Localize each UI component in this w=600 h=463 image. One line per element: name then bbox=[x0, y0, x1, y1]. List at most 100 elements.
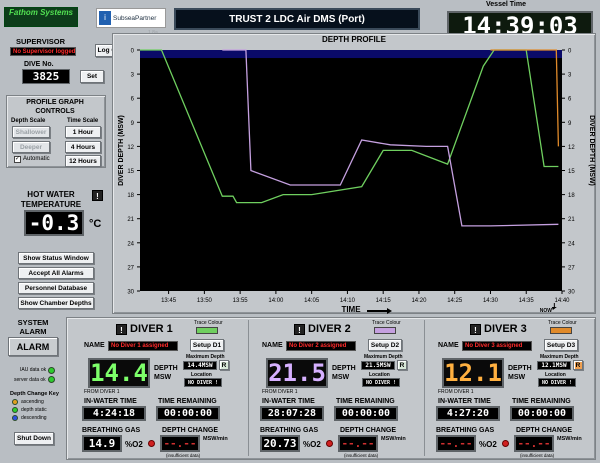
diver-2-location-display: NO DIVER ! bbox=[362, 378, 400, 387]
chart-y-tick-label-left-8: 24 bbox=[127, 241, 134, 247]
diver-2-max-depth-reset-button[interactable]: R bbox=[397, 360, 407, 370]
diver-3-depth-change-display: --.-- bbox=[514, 435, 554, 452]
fathom-logo-text: Fathom Systems bbox=[8, 8, 74, 17]
diver-3-warning-icon[interactable]: ! bbox=[470, 324, 481, 335]
diver-3-max-depth-display: 12.1MSW bbox=[537, 361, 571, 370]
diver-2-warning-icon[interactable]: ! bbox=[294, 324, 305, 335]
chart-y-tick-label-right-2: 6 bbox=[568, 97, 572, 103]
server-status-text: server data ok bbox=[14, 377, 46, 383]
diver-1-trace-colour-swatch[interactable] bbox=[196, 327, 218, 334]
chart-y-tick-label-right-7: 21 bbox=[568, 217, 575, 223]
chart-y-tick-label-right-9: 27 bbox=[568, 265, 575, 271]
diver-3-depth-change-indicator-icon bbox=[502, 440, 509, 447]
diver-3-time-remaining-label: TIME REMAINING bbox=[512, 398, 571, 405]
diver-2-title: DIVER 2 bbox=[308, 323, 351, 335]
automatic-label: Automatic bbox=[23, 156, 50, 162]
diver-2-trace-colour-swatch[interactable] bbox=[374, 327, 396, 334]
chart-y-axis-label-right: DIVER DEPTH (MSW) bbox=[588, 115, 595, 186]
show-status-window-button[interactable]: Show Status Window bbox=[18, 252, 94, 264]
diver-1-trace-colour-label: Trace Colour bbox=[194, 320, 223, 326]
iau-status-text: IAU data ok bbox=[20, 367, 47, 373]
supervisor-field: No Supervisor logged on bbox=[10, 47, 76, 56]
diver-3-breathing-gas-display: --.-- bbox=[436, 435, 476, 452]
diver-1-from-label: FROM DIVER 1 bbox=[84, 389, 120, 395]
chart-x-tick-label-2: 13:55 bbox=[233, 298, 249, 304]
diver-1-setup-button[interactable]: Setup D1 bbox=[190, 339, 224, 351]
chart-time-arrow-icon bbox=[367, 308, 392, 314]
diver-2-breathing-gas-unit: %O2 bbox=[303, 440, 321, 449]
chart-y-tick-label-right-8: 24 bbox=[568, 241, 575, 247]
diver-1-title: DIVER 1 bbox=[130, 323, 173, 335]
diver-1-warning-icon[interactable]: ! bbox=[116, 324, 127, 335]
subsea-partner-logo: i SubseaPartner bbox=[96, 8, 166, 28]
diver-1-time-remaining-display: 00:00:00 bbox=[156, 406, 220, 421]
personnel-database-button[interactable]: Personnel Database bbox=[18, 282, 94, 294]
chart-y-tick-label-right-5: 15 bbox=[568, 169, 575, 175]
chart-y-tick-label-left-5: 15 bbox=[127, 169, 134, 175]
shallower-button[interactable]: Shallower bbox=[12, 126, 50, 138]
accept-all-alarms-button[interactable]: Accept All Alarms bbox=[18, 267, 94, 279]
diver-2-depth-change-label: DEPTH CHANGE bbox=[340, 427, 397, 434]
diver-1-breathing-gas-unit: %O2 bbox=[125, 440, 143, 449]
diver-3-depth-display: 12.1 bbox=[442, 358, 504, 388]
diver-1-in-water-label: IN-WATER TIME bbox=[84, 398, 137, 405]
automatic-checkbox[interactable]: ✓ bbox=[14, 156, 21, 163]
depth-scale-label: Depth Scale bbox=[11, 118, 46, 124]
ascending-key-icon bbox=[12, 399, 18, 405]
chart-y-tick-label-right-1: 3 bbox=[568, 73, 572, 79]
chart-y-tick-label-left-6: 18 bbox=[127, 193, 134, 199]
diver-2-setup-button[interactable]: Setup D2 bbox=[368, 339, 402, 351]
dive-set-button[interactable]: Set bbox=[80, 70, 104, 83]
chart-y-tick-label-left-10: 30 bbox=[127, 290, 134, 296]
diver-1-location-display: NO DIVER ! bbox=[184, 378, 222, 387]
depth-static-key-icon bbox=[12, 407, 18, 413]
depth-change-key-title: Depth Change Key bbox=[10, 391, 59, 397]
chart-y-tick-label-left-1: 3 bbox=[131, 73, 135, 79]
diver-3-name-label: NAME bbox=[438, 342, 459, 349]
deeper-button[interactable]: Deeper bbox=[12, 141, 50, 153]
diver-2-from-label: FROM DIVER 1 bbox=[262, 389, 298, 395]
diver-2-time-remaining-label: TIME REMAINING bbox=[336, 398, 395, 405]
diver-1-name-label: NAME bbox=[84, 342, 105, 349]
diver-1-time-remaining-label: TIME REMAINING bbox=[158, 398, 217, 405]
diver-3-name-field: No Diver 3 assigned bbox=[462, 341, 532, 351]
dive-number-label: DIVE No. bbox=[24, 61, 54, 68]
diver-3-title: DIVER 3 bbox=[484, 323, 527, 335]
diver-2-insufficient-data-note: (insufficient data) bbox=[344, 453, 379, 458]
diver-1-in-water-display: 4:24:18 bbox=[82, 406, 146, 421]
diver-3-depth-change-label: DEPTH CHANGE bbox=[516, 427, 573, 434]
chart-y-tick-label-right-3: 9 bbox=[568, 121, 572, 127]
chart-plot-area bbox=[140, 50, 562, 291]
chart-y-tick-label-left-0: 0 bbox=[131, 49, 135, 55]
chart-x-tick-label-11: 14:40 bbox=[554, 298, 570, 304]
chart-x-tick-label-4: 14:05 bbox=[304, 298, 320, 304]
subsea-partner-check-icon: i bbox=[99, 11, 111, 25]
diver-1-depth-change-unit: MSW/min bbox=[203, 436, 228, 442]
time-4-hours-button[interactable]: 4 Hours bbox=[65, 141, 101, 153]
diver-2-max-depth-display: 21.5MSW bbox=[361, 361, 395, 370]
diver-1-max-depth-display: 14.4MSW bbox=[183, 361, 217, 370]
diver-1-max-depth-reset-button[interactable]: R bbox=[219, 360, 229, 370]
diver-3-max-depth-reset-button[interactable]: R bbox=[573, 360, 583, 370]
show-chamber-depths-button[interactable]: Show Chamber Depths bbox=[18, 297, 94, 309]
diver-2-depth-display: 21.5 bbox=[266, 358, 328, 388]
diver-2-name-label: NAME bbox=[262, 342, 283, 349]
diver-3-in-water-label: IN-WATER TIME bbox=[438, 398, 491, 405]
chart-now-arrow-icon bbox=[551, 303, 557, 310]
diver-2-breathing-gas-display: 20.73 bbox=[260, 435, 300, 452]
diver-2-trace-colour-label: Trace Colour bbox=[372, 320, 401, 326]
chart-x-tick-label-6: 14:15 bbox=[376, 298, 392, 304]
diver-3-setup-button[interactable]: Setup D3 bbox=[544, 339, 578, 351]
system-alarm-button[interactable]: ALARM bbox=[8, 337, 58, 356]
diver-3-trace-colour-swatch[interactable] bbox=[550, 327, 572, 334]
diver-1-depth-change-indicator-icon bbox=[148, 440, 155, 447]
time-12-hours-button[interactable]: 12 Hours bbox=[65, 155, 101, 167]
time-1-hour-button[interactable]: 1 Hour bbox=[65, 126, 101, 138]
diver-1-depth-unit: DEPTH MSW bbox=[154, 365, 178, 381]
diver-1-depth-display: 14.4 bbox=[88, 358, 150, 388]
diver-2-breathing-gas-label: BREATHING GAS bbox=[260, 427, 319, 434]
hot-water-warning-icon[interactable]: ! bbox=[92, 190, 103, 201]
shut-down-button[interactable]: Shut Down bbox=[14, 432, 54, 445]
diver-1-breathing-gas-display: 14.9 bbox=[82, 435, 122, 452]
chart-y-tick-label-right-10: 30 bbox=[568, 290, 575, 296]
